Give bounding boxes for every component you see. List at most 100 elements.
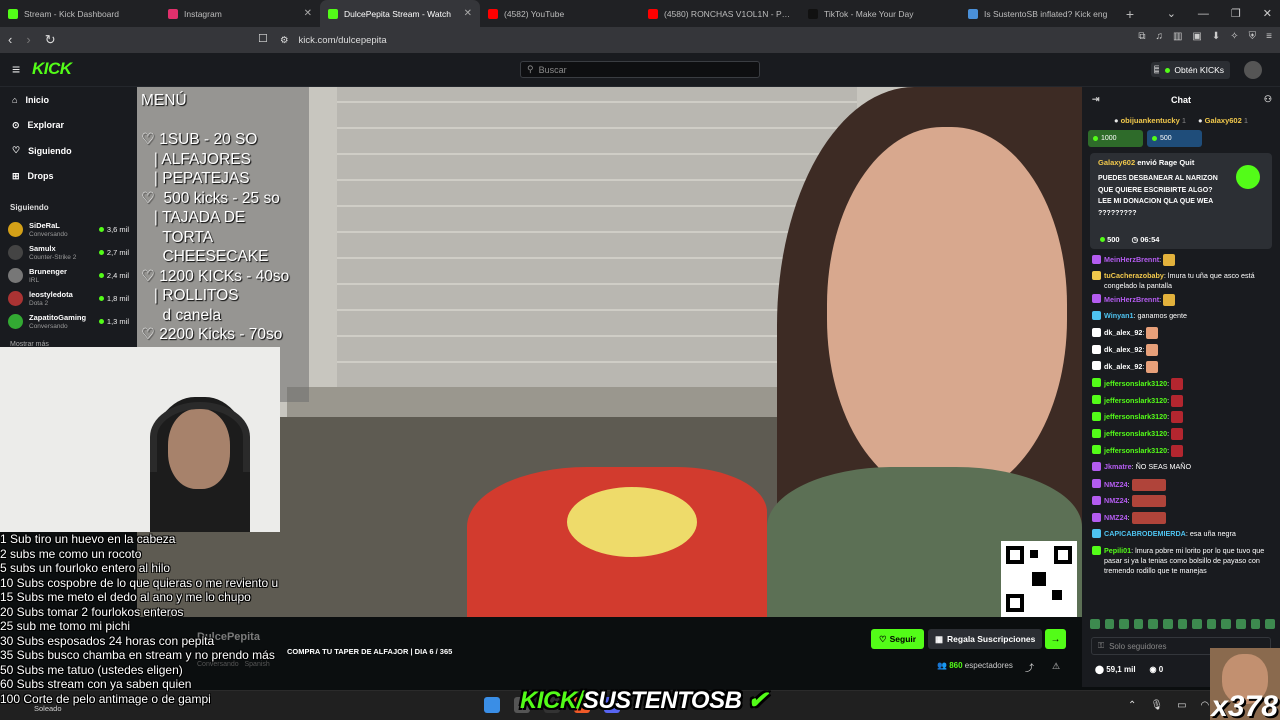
following-item[interactable]: leostyledota Dota 2 1,8 mil — [0, 287, 137, 310]
chat-username[interactable]: Winyan1 — [1104, 311, 1134, 320]
chat-message[interactable]: jeffersonslark3120: — [1092, 392, 1270, 409]
monitor-icon[interactable]: ▭ — [1177, 700, 1186, 711]
sidebar-item-drops[interactable]: ⊞ Drops — [0, 164, 137, 190]
reload-icon[interactable]: ↻ — [45, 32, 56, 48]
chat-message[interactable]: dk_alex_92: — [1092, 324, 1270, 341]
browser-tab[interactable]: DulcePepita Stream - Watch ✕ — [320, 0, 480, 27]
close-tab-icon[interactable]: ✕ — [304, 8, 312, 19]
hamburger-icon[interactable]: ≡ — [12, 61, 20, 77]
chat-message[interactable]: Jkmatre: ÑO SEAS MAÑO — [1092, 459, 1270, 476]
chat-username[interactable]: jeffersonslark3120 — [1104, 429, 1167, 438]
collapse-chat-icon[interactable]: ⇥ — [1092, 94, 1100, 105]
browser-tab[interactable]: (4580) RONCHAS V1OL1N - PIURA — [640, 0, 800, 27]
chat-username[interactable]: dk_alex_92 — [1104, 362, 1142, 371]
wifi-icon[interactable]: ◠ — [1201, 700, 1210, 711]
chat-message[interactable]: tuCacherazobaby: lmura tu uña que asco e… — [1092, 268, 1270, 291]
sidebar-item-inicio[interactable]: ⌂ Inicio — [0, 87, 137, 113]
chat-username[interactable]: jeffersonslark3120 — [1104, 412, 1167, 421]
chat-message[interactable]: dk_alex_92: — [1092, 358, 1270, 375]
chat-message[interactable]: Pepili01: lmura pobre mi lorito por lo q… — [1092, 543, 1270, 576]
emote-button[interactable] — [1177, 619, 1188, 629]
url-field[interactable]: ⚙ kick.com/dulcepepita — [280, 30, 1000, 50]
chat-username[interactable]: MeinHerzBrennt — [1104, 255, 1159, 264]
chat-message[interactable]: Winyan1: ganamos gente — [1092, 308, 1270, 325]
emote-button[interactable] — [1192, 619, 1202, 629]
menu-icon[interactable]: ≡ — [1266, 31, 1272, 42]
site-info-icon[interactable]: ⚙ — [280, 35, 289, 46]
leo-icon[interactable]: ✧ — [1230, 31, 1238, 42]
chevron-up-icon[interactable]: ⌃ — [1128, 700, 1136, 711]
kicks-balance[interactable]: ⬤ 59,1 mil — [1095, 665, 1136, 674]
chat-username[interactable]: CAPICABRODEMIERDA — [1104, 529, 1186, 538]
top-gifter[interactable]: ● obijuankentucky 1 — [1114, 116, 1186, 125]
chat-message[interactable]: NMZ24: — [1092, 492, 1270, 509]
tab-search-icon[interactable]: ⌄ — [1167, 7, 1176, 20]
browser-tab[interactable]: (4582) YouTube — [480, 0, 640, 27]
chat-message[interactable]: MeinHerzBrennt: — [1092, 291, 1270, 308]
get-kicks-button[interactable]: Obtén KICKs — [1159, 61, 1230, 79]
chat-username[interactable]: jeffersonslark3120 — [1104, 446, 1167, 455]
browser-tab[interactable]: Instagram ✕ — [160, 0, 320, 27]
chat-message[interactable]: jeffersonslark3120: — [1092, 425, 1270, 442]
following-item[interactable]: Brunenger IRL 2,4 mil — [0, 264, 137, 287]
windows-start-icon[interactable] — [484, 697, 500, 713]
emote-button[interactable] — [1119, 619, 1129, 629]
chat-username[interactable]: jeffersonslark3120 — [1104, 395, 1167, 404]
back-icon[interactable]: ‹ — [8, 32, 12, 48]
chat-username[interactable]: jeffersonslark3120 — [1104, 379, 1167, 388]
shield-icon[interactable]: ⛨ — [1249, 31, 1257, 42]
report-icon[interactable]: ⚠ — [1052, 661, 1060, 674]
download-icon[interactable]: ⬇ — [1212, 31, 1220, 42]
emote-button[interactable] — [1236, 619, 1246, 629]
chat-message[interactable]: NMZ24: — [1092, 476, 1270, 493]
emote-button[interactable] — [1250, 619, 1261, 629]
follow-button[interactable]: ♡ Seguir — [871, 629, 925, 649]
browser-tab[interactable]: Stream - Kick Dashboard — [0, 0, 160, 27]
close-tab-icon[interactable]: ✕ — [464, 8, 472, 19]
following-item[interactable]: ZapatitoGaming Conversando 1,3 mil — [0, 310, 137, 333]
emote-button[interactable] — [1148, 619, 1159, 629]
chat-username[interactable]: Pepili01 — [1104, 546, 1131, 555]
following-item[interactable]: Samulx Counter-Strike 2 2,7 mil — [0, 241, 137, 264]
new-tab-button[interactable]: + — [1120, 6, 1140, 22]
sidebar-item-siguiendo[interactable]: ♡ Siguiendo — [0, 138, 137, 164]
kick-logo[interactable]: KICK — [32, 59, 72, 79]
support-arrow-button[interactable]: → — [1045, 629, 1066, 649]
close-window-button[interactable]: ✕ — [1263, 7, 1272, 20]
chat-message[interactable]: NMZ24: — [1092, 509, 1270, 526]
chat-message[interactable]: CAPICABRODEMIERDA: esa uña negra — [1092, 526, 1270, 543]
sidebar-item-explorar[interactable]: ⊙ Explorar — [0, 113, 137, 139]
chat-message[interactable]: dk_alex_92: — [1092, 341, 1270, 358]
emote-button[interactable] — [1104, 619, 1115, 629]
chat-message[interactable]: jeffersonslark3120: — [1092, 442, 1270, 459]
chat-username[interactable]: tuCacherazobaby — [1104, 271, 1164, 280]
extension-icon[interactable]: ⧉ — [1138, 31, 1145, 42]
share-icon[interactable]: ⤴ — [1025, 661, 1034, 674]
kicks-goal-button[interactable]: 1000 — [1088, 130, 1143, 147]
browser-tab[interactable]: Is SustentoSB inflated? Kick eng — [960, 0, 1120, 27]
emote-button[interactable] — [1221, 619, 1232, 629]
emote-button[interactable] — [1133, 619, 1144, 629]
maximize-button[interactable]: ❐ — [1231, 7, 1241, 20]
wallet-icon[interactable]: ▣ — [1192, 31, 1201, 42]
kicks-goal-button[interactable]: 500 — [1147, 130, 1202, 147]
gift-subs-button[interactable]: ▦ Regala Suscripciones — [928, 629, 1043, 649]
following-item[interactable]: SiDeRaL Conversando 3,6 mil — [0, 218, 137, 241]
chat-messages[interactable]: MeinHerzBrennt: tuCacherazobaby: lmura t… — [1082, 249, 1280, 609]
emote-button[interactable] — [1090, 619, 1100, 629]
points-balance[interactable]: ◉ 0 — [1150, 665, 1164, 674]
chat-username[interactable]: NMZ24 — [1104, 479, 1128, 488]
chat-username[interactable]: NMZ24 — [1104, 513, 1128, 522]
chat-username[interactable]: dk_alex_92 — [1104, 345, 1142, 354]
media-icon[interactable]: ♫ — [1155, 31, 1163, 42]
emote-button[interactable] — [1163, 619, 1173, 629]
chat-username[interactable]: dk_alex_92 — [1104, 328, 1142, 337]
chat-username[interactable]: Jkmatre — [1104, 462, 1132, 471]
mic-icon[interactable]: 🎙 — [1150, 700, 1163, 711]
chat-message[interactable]: MeinHerzBrennt: — [1092, 251, 1270, 268]
browser-tab[interactable]: TikTok - Make Your Day — [800, 0, 960, 27]
emote-button[interactable] — [1206, 619, 1217, 629]
chat-message[interactable]: jeffersonslark3120: — [1092, 408, 1270, 425]
avatar[interactable] — [1244, 61, 1262, 79]
emote-button[interactable] — [1265, 619, 1275, 629]
